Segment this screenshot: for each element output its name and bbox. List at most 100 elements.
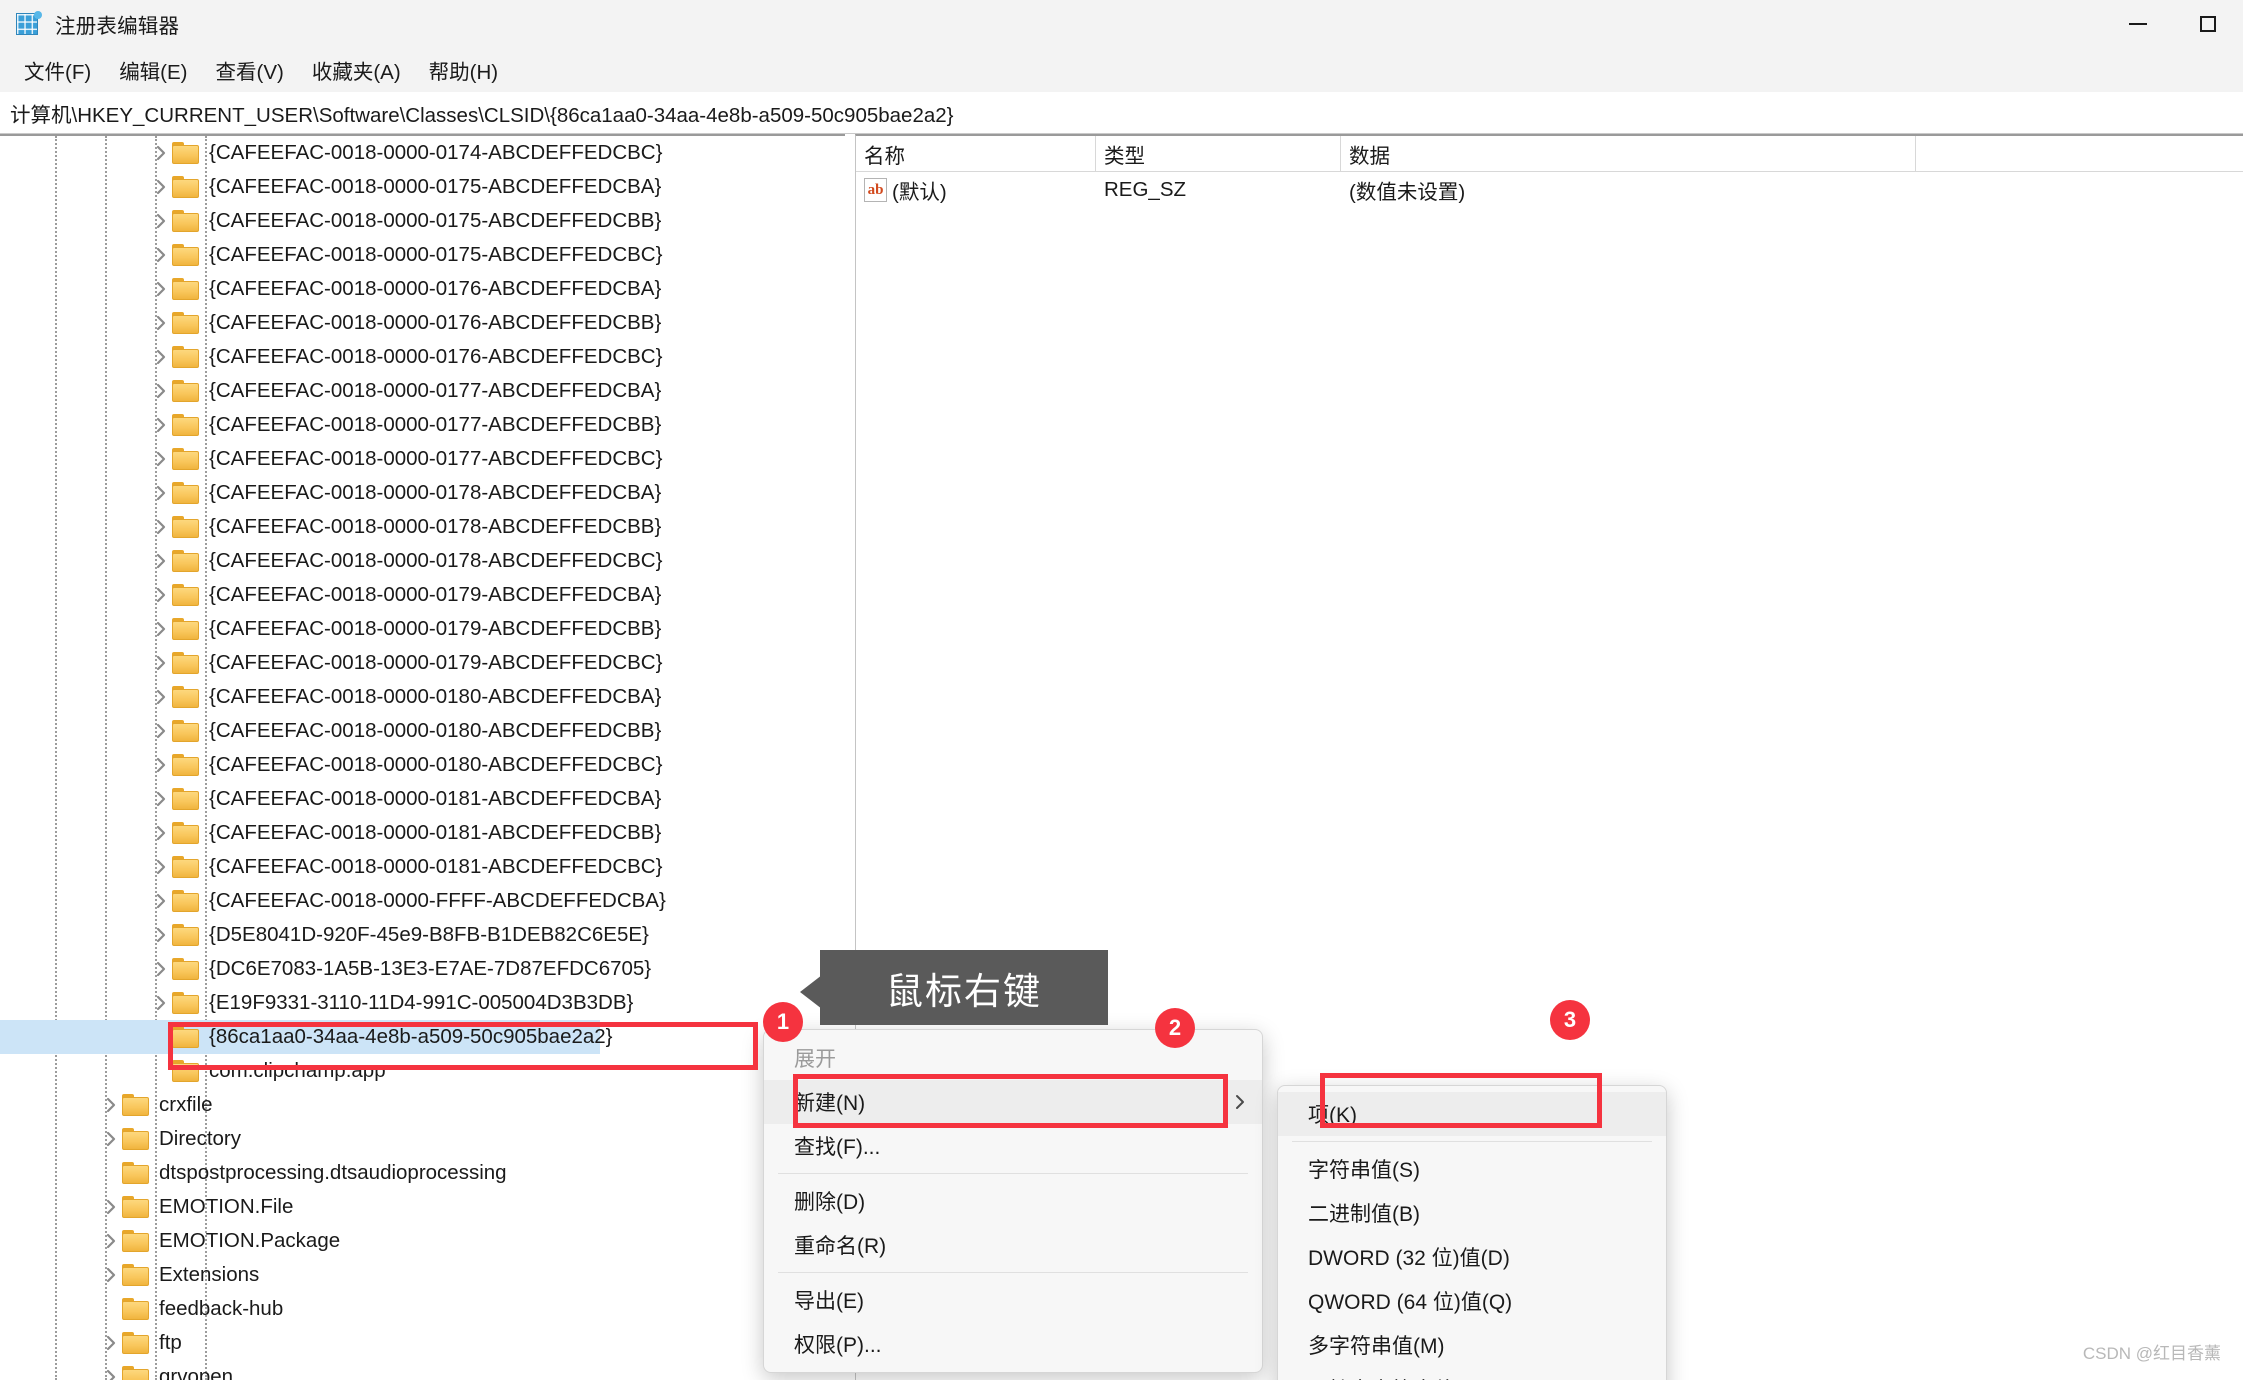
expand-chevron-icon[interactable] — [150, 374, 172, 408]
tree-row[interactable]: {CAFEEFAC-0018-0000-0179-ABCDEFFEDCBB} — [0, 612, 845, 646]
value-row[interactable]: ab (默认) REG_SZ (数值未设置) — [856, 172, 2243, 208]
tree-row-selected[interactable]: {86ca1aa0-34aa-4e8b-a509-50c905bae2a2} — [0, 1020, 845, 1054]
tree-item-label: {CAFEEFAC-0018-0000-0181-ABCDEFFEDCBB} — [209, 821, 661, 845]
expand-chevron-icon[interactable] — [100, 1258, 122, 1292]
expand-chevron-icon[interactable] — [150, 748, 172, 782]
expand-chevron-icon[interactable] — [150, 612, 172, 646]
context-menu[interactable]: 展开新建(N)查找(F)...删除(D)重命名(R)导出(E)权限(P)... — [763, 1029, 1263, 1373]
tree-row[interactable]: {CAFEEFAC-0018-0000-0181-ABCDEFFEDCBB} — [0, 816, 845, 850]
menu-help[interactable]: 帮助(H) — [415, 53, 512, 87]
context-submenu-item[interactable]: 二进制值(B) — [1278, 1191, 1666, 1235]
tree-row[interactable]: {CAFEEFAC-0018-0000-0180-ABCDEFFEDCBB} — [0, 714, 845, 748]
expand-chevron-icon[interactable] — [100, 1224, 122, 1258]
tree-row[interactable]: EMOTION.Package — [0, 1224, 845, 1258]
expand-chevron-icon[interactable] — [150, 306, 172, 340]
context-submenu-item[interactable]: DWORD (32 位)值(D) — [1278, 1235, 1666, 1279]
tree-row[interactable]: com.clipchamp.app — [0, 1054, 845, 1088]
context-submenu-item[interactable]: 字符串值(S) — [1278, 1147, 1666, 1191]
expand-chevron-icon[interactable] — [150, 918, 172, 952]
context-menu-item[interactable]: 删除(D) — [764, 1179, 1262, 1223]
expand-chevron-icon[interactable] — [150, 510, 172, 544]
expand-chevron-icon[interactable] — [150, 680, 172, 714]
context-menu-item[interactable]: 权限(P)... — [764, 1322, 1262, 1366]
expand-chevron-icon[interactable] — [150, 986, 172, 1020]
tree-row[interactable]: {CAFEEFAC-0018-0000-0174-ABCDEFFEDCBC} — [0, 136, 845, 170]
menu-view[interactable]: 查看(V) — [202, 53, 298, 87]
tree-row[interactable]: Directory — [0, 1122, 845, 1156]
context-menu-item[interactable]: 新建(N) — [764, 1080, 1262, 1124]
context-menu-item[interactable]: 导出(E) — [764, 1278, 1262, 1322]
expand-chevron-icon[interactable] — [150, 782, 172, 816]
column-header-name[interactable]: 名称 — [856, 136, 1096, 172]
context-submenu-item[interactable]: QWORD (64 位)值(Q) — [1278, 1279, 1666, 1323]
context-submenu-new[interactable]: 项(K) 字符串值(S)二进制值(B)DWORD (32 位)值(D)QWORD … — [1277, 1085, 1667, 1380]
expand-chevron-icon[interactable] — [150, 136, 172, 170]
context-menu-item[interactable]: 重命名(R) — [764, 1223, 1262, 1267]
expand-chevron-icon[interactable] — [150, 578, 172, 612]
context-menu-item[interactable]: 查找(F)... — [764, 1124, 1262, 1168]
tree-row[interactable]: {CAFEEFAC-0018-0000-0179-ABCDEFFEDCBA} — [0, 578, 845, 612]
context-submenu-item[interactable]: 项(K) — [1278, 1092, 1666, 1136]
tree-row[interactable]: {CAFEEFAC-0018-0000-0180-ABCDEFFEDCBC} — [0, 748, 845, 782]
expand-chevron-icon[interactable] — [150, 884, 172, 918]
minimize-button[interactable] — [2103, 0, 2173, 48]
tree-row[interactable]: {CAFEEFAC-0018-0000-0181-ABCDEFFEDCBC} — [0, 850, 845, 884]
tree-row[interactable]: {CAFEEFAC-0018-0000-0178-ABCDEFFEDCBB} — [0, 510, 845, 544]
expand-chevron-icon[interactable] — [150, 714, 172, 748]
tree-row[interactable]: {CAFEEFAC-0018-0000-0176-ABCDEFFEDCBB} — [0, 306, 845, 340]
menu-file[interactable]: 文件(F) — [10, 53, 105, 87]
tree-row[interactable]: {CAFEEFAC-0018-0000-0177-ABCDEFFEDCBC} — [0, 442, 845, 476]
menu-edit[interactable]: 编辑(E) — [105, 53, 201, 87]
expand-chevron-icon[interactable] — [150, 272, 172, 306]
expand-chevron-icon[interactable] — [150, 170, 172, 204]
expand-chevron-icon[interactable] — [150, 850, 172, 884]
tree-row[interactable]: {CAFEEFAC-0018-0000-0181-ABCDEFFEDCBA} — [0, 782, 845, 816]
context-submenu-item[interactable]: 多字符串值(M) — [1278, 1323, 1666, 1367]
menu-favorites[interactable]: 收藏夹(A) — [298, 53, 415, 87]
tree-row[interactable]: ftp — [0, 1326, 845, 1360]
expand-chevron-icon[interactable] — [150, 646, 172, 680]
expand-chevron-icon[interactable] — [100, 1326, 122, 1360]
tree-row[interactable]: dtspostprocessing.dtsaudioprocessing — [0, 1156, 845, 1190]
tree-row[interactable]: {CAFEEFAC-0018-0000-0178-ABCDEFFEDCBC} — [0, 544, 845, 578]
column-header-type[interactable]: 类型 — [1096, 136, 1341, 172]
tree-row[interactable]: {CAFEEFAC-0018-0000-0175-ABCDEFFEDCBA} — [0, 170, 845, 204]
tree-row[interactable]: feedback-hub — [0, 1292, 845, 1326]
tree-row[interactable]: {CAFEEFAC-0018-0000-0177-ABCDEFFEDCBB} — [0, 408, 845, 442]
expand-chevron-icon[interactable] — [100, 1190, 122, 1224]
expand-chevron-icon[interactable] — [100, 1088, 122, 1122]
tree-row[interactable]: {DC6E7083-1A5B-13E3-E7AE-7D87EFDC6705} — [0, 952, 845, 986]
expand-chevron-icon[interactable] — [150, 952, 172, 986]
expand-chevron-icon[interactable] — [150, 442, 172, 476]
tree-row[interactable]: crxfile — [0, 1088, 845, 1122]
expand-chevron-icon[interactable] — [150, 544, 172, 578]
expand-chevron-icon[interactable] — [100, 1122, 122, 1156]
tree-row[interactable]: EMOTION.File — [0, 1190, 845, 1224]
address-bar[interactable]: 计算机\HKEY_CURRENT_USER\Software\Classes\C… — [0, 92, 2243, 134]
maximize-button[interactable] — [2173, 0, 2243, 48]
expand-chevron-icon[interactable] — [150, 204, 172, 238]
tree-row[interactable]: grvopen — [0, 1360, 845, 1380]
context-submenu-item[interactable]: 可扩充字符串值(E) — [1278, 1367, 1666, 1380]
tree-row[interactable]: {CAFEEFAC-0018-0000-0178-ABCDEFFEDCBA} — [0, 476, 845, 510]
registry-tree-pane[interactable]: {CAFEEFAC-0018-0000-0174-ABCDEFFEDCBC}{C… — [0, 134, 845, 1380]
tree-row[interactable]: {CAFEEFAC-0018-0000-0175-ABCDEFFEDCBB} — [0, 204, 845, 238]
tree-row[interactable]: {CAFEEFAC-0018-0000-FFFF-ABCDEFFEDCBA} — [0, 884, 845, 918]
tree-row[interactable]: {CAFEEFAC-0018-0000-0176-ABCDEFFEDCBA} — [0, 272, 845, 306]
tree-row[interactable]: {CAFEEFAC-0018-0000-0179-ABCDEFFEDCBC} — [0, 646, 845, 680]
registry-tree[interactable]: {CAFEEFAC-0018-0000-0174-ABCDEFFEDCBC}{C… — [0, 136, 845, 1380]
expand-chevron-icon[interactable] — [100, 1360, 122, 1380]
expand-chevron-icon[interactable] — [150, 238, 172, 272]
column-header-data[interactable]: 数据 — [1341, 136, 1916, 172]
tree-row[interactable]: {D5E8041D-920F-45e9-B8FB-B1DEB82C6E5E} — [0, 918, 845, 952]
tree-row[interactable]: {CAFEEFAC-0018-0000-0175-ABCDEFFEDCBC} — [0, 238, 845, 272]
tree-row[interactable]: {E19F9331-3110-11D4-991C-005004D3B3DB} — [0, 986, 845, 1020]
tree-row[interactable]: {CAFEEFAC-0018-0000-0180-ABCDEFFEDCBA} — [0, 680, 845, 714]
expand-chevron-icon[interactable] — [150, 476, 172, 510]
expand-chevron-icon[interactable] — [150, 816, 172, 850]
tree-row[interactable]: Extensions — [0, 1258, 845, 1292]
tree-row[interactable]: {CAFEEFAC-0018-0000-0177-ABCDEFFEDCBA} — [0, 374, 845, 408]
expand-chevron-icon[interactable] — [150, 340, 172, 374]
expand-chevron-icon[interactable] — [150, 408, 172, 442]
tree-row[interactable]: {CAFEEFAC-0018-0000-0176-ABCDEFFEDCBC} — [0, 340, 845, 374]
